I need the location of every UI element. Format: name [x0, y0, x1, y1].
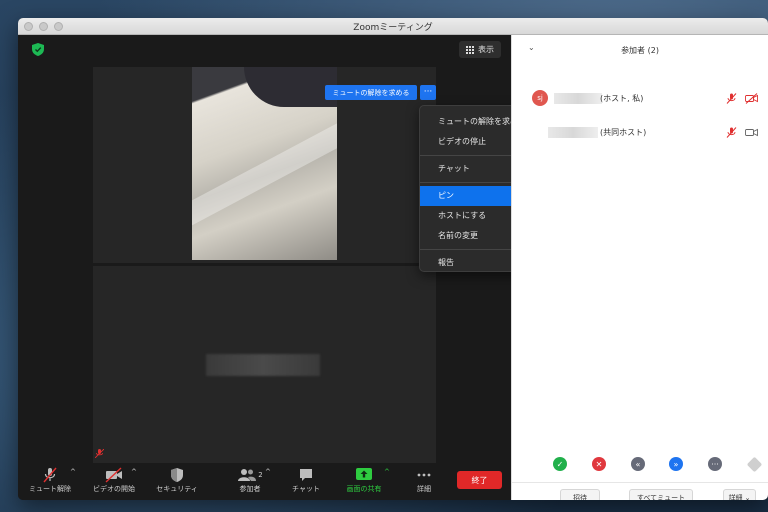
more-label: 詳細 [417, 485, 431, 493]
grid-icon [466, 45, 474, 54]
close-window-button[interactable] [24, 22, 33, 31]
view-button[interactable]: 表示 [459, 41, 501, 58]
video-off-icon[interactable] [745, 92, 758, 104]
unmute-label: ミュート解除 [29, 485, 71, 493]
nonverbal-feedback-bar: ✓ ✕ « » ··· [512, 455, 768, 475]
security-button[interactable]: セキュリティ [150, 466, 204, 494]
go-faster-icon[interactable]: » [669, 457, 683, 471]
avatar: sj [532, 90, 548, 106]
panel-more-button[interactable]: 詳細 ⌄ [723, 489, 756, 500]
video-area: 表示 ミュートの解除を求める ··· ミュートの解除を求める ビデオの停止 チャ… [18, 35, 562, 480]
tile-more-button[interactable]: ··· [420, 85, 436, 100]
security-shield-icon [171, 468, 183, 482]
participant-role: (共同ホスト) [600, 127, 647, 137]
meeting-toolbar: ミュート解除 ^ ビデオの開始 ^ セキュリティ 2 参加者 ^ チャット 画面… [18, 463, 511, 500]
participants-count: 2 [258, 471, 263, 479]
participant-name-placeholder [548, 126, 598, 138]
participants-options-chevron-icon[interactable]: ^ [265, 468, 271, 476]
encryption-shield-icon[interactable] [32, 43, 44, 56]
zoom-window: Zoomミーティング 表示 ミュートの解除を求める ··· ミュートの解除を求め… [18, 18, 768, 500]
minimize-window-button[interactable] [39, 22, 48, 31]
participant-name-placeholder [206, 354, 320, 376]
window-title: Zoomミーティング [353, 22, 433, 33]
participants-panel-title: 参加者 (2) [621, 45, 659, 55]
share-options-chevron-icon[interactable]: ^ [384, 468, 390, 476]
chat-bubble-icon [300, 469, 312, 481]
security-label: セキュリティ [156, 485, 198, 493]
more-button[interactable]: 詳細 [406, 466, 442, 494]
share-screen-icon [356, 468, 372, 480]
chat-label: チャット [292, 485, 320, 493]
muted-mic-icon[interactable] [726, 92, 737, 104]
clear-feedback-icon[interactable] [746, 456, 763, 473]
start-video-label: ビデオの開始 [93, 485, 135, 493]
title-bar: Zoomミーティング [18, 18, 768, 35]
collapse-chevron-icon[interactable]: ⌄ [528, 43, 535, 52]
chevron-down-icon: ⌄ [744, 493, 751, 501]
yes-check-icon[interactable]: ✓ [553, 457, 567, 471]
no-cross-icon[interactable]: ✕ [592, 457, 606, 471]
more-dots-icon [417, 473, 431, 477]
go-slower-icon[interactable]: « [631, 457, 645, 471]
view-button-label: 表示 [478, 45, 494, 54]
video-tile-cohost[interactable] [93, 266, 436, 463]
participants-icon [238, 469, 257, 481]
window-controls [24, 22, 63, 31]
muted-mic-icon[interactable] [726, 126, 737, 138]
camera-feed-image [192, 67, 337, 260]
panel-more-label: 詳細 [728, 493, 743, 501]
ask-to-unmute-button[interactable]: ミュートの解除を求める [325, 85, 417, 100]
more-reactions-icon[interactable]: ··· [708, 457, 722, 471]
audio-options-chevron-icon[interactable]: ^ [70, 468, 76, 476]
participants-panel: ⌄ 参加者 (2) sj (ホスト, 私) (共同ホスト) ✓ ✕ « » ··… [511, 35, 768, 500]
participant-row[interactable]: (共同ホスト) [512, 121, 768, 143]
participant-name-placeholder [554, 92, 602, 104]
participants-panel-header: ⌄ 参加者 (2) [512, 35, 768, 65]
participant-row[interactable]: sj (ホスト, 私) [512, 87, 768, 109]
panel-footer-divider [512, 482, 768, 483]
mute-all-button[interactable]: すべてミュート [629, 489, 693, 500]
share-screen-label: 画面の共有 [346, 485, 382, 493]
participants-label: 参加者 [239, 485, 261, 493]
invite-button[interactable]: 招待 [560, 489, 600, 500]
video-options-chevron-icon[interactable]: ^ [131, 468, 137, 476]
participant-role: (ホスト, 私) [600, 93, 644, 103]
end-meeting-button[interactable]: 終了 [457, 471, 502, 489]
zoom-window-button[interactable] [54, 22, 63, 31]
share-screen-button[interactable]: 画面の共有 [340, 466, 388, 494]
video-camera-icon[interactable] [745, 127, 758, 138]
video-camera-off-icon [105, 467, 122, 483]
muted-mic-icon [95, 449, 104, 458]
microphone-muted-icon [43, 467, 57, 483]
chat-button[interactable]: チャット [286, 466, 326, 494]
unmute-button[interactable]: ミュート解除 [26, 466, 74, 494]
